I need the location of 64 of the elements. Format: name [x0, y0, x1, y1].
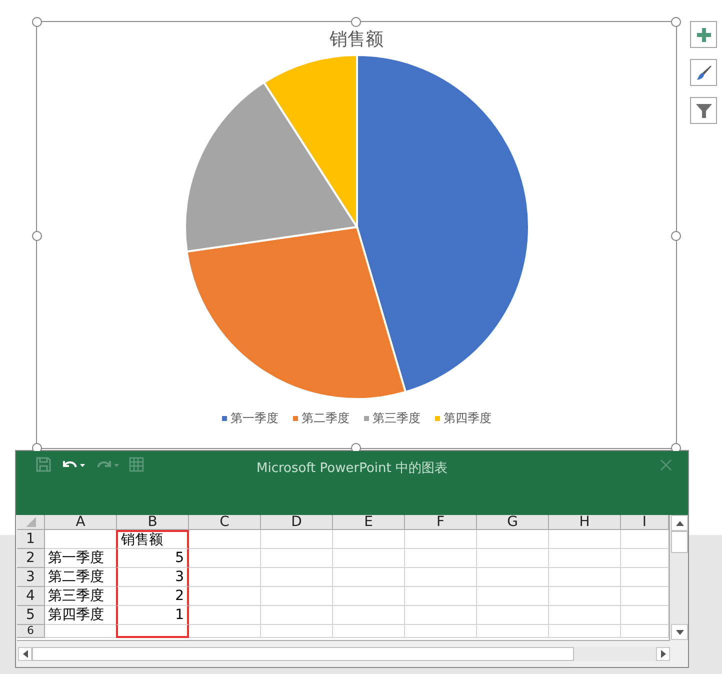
- table-cell[interactable]: 第三季度: [45, 587, 117, 606]
- column-header[interactable]: A: [45, 515, 117, 530]
- resize-handle[interactable]: [351, 17, 361, 27]
- chart-filters-button[interactable]: [690, 97, 717, 124]
- row-header[interactable]: 3: [17, 568, 45, 587]
- resize-handle[interactable]: [671, 231, 681, 241]
- scroll-left-icon: [22, 650, 28, 658]
- table-cell[interactable]: 5: [116, 549, 189, 568]
- column-header[interactable]: D: [261, 515, 333, 530]
- plus-icon: [696, 28, 710, 42]
- column-header[interactable]: B: [117, 515, 189, 530]
- chart-elements-button[interactable]: [690, 21, 717, 48]
- resize-handle[interactable]: [671, 17, 681, 27]
- scroll-right-icon: [660, 650, 666, 658]
- paintbrush-icon: [696, 64, 712, 80]
- column-header[interactable]: H: [549, 515, 621, 530]
- legend-swatch: [434, 416, 440, 421]
- scroll-left-button[interactable]: [18, 647, 32, 661]
- table-icon: [129, 457, 145, 472]
- table-cell[interactable]: 第二季度: [45, 568, 117, 587]
- scrollbar-thumb[interactable]: [671, 531, 688, 553]
- scroll-down-icon: [676, 630, 684, 634]
- table-cell[interactable]: 第一季度: [45, 549, 117, 568]
- legend-label: 第四季度: [444, 410, 492, 427]
- legend-swatch: [364, 416, 368, 421]
- table-cell[interactable]: 1: [116, 606, 189, 625]
- row-header[interactable]: 6: [17, 625, 45, 638]
- empty-cell[interactable]: [116, 625, 189, 638]
- close-button[interactable]: [660, 459, 672, 471]
- legend-swatch: [292, 416, 298, 421]
- column-header[interactable]: E: [333, 515, 405, 530]
- horizontal-scrollbar[interactable]: [18, 647, 670, 661]
- corner-triangle-icon: [26, 517, 36, 527]
- legend-label: 第三季度: [372, 410, 420, 427]
- scroll-right-button[interactable]: [656, 647, 670, 661]
- chart-styles-button[interactable]: [690, 59, 717, 86]
- row-header[interactable]: 4: [17, 587, 45, 606]
- table-cell[interactable]: 2: [116, 587, 189, 606]
- table-cell[interactable]: 销售额: [116, 530, 189, 549]
- scrollbar-thumb[interactable]: [32, 647, 574, 661]
- column-header[interactable]: F: [405, 515, 477, 530]
- resize-handle[interactable]: [32, 17, 42, 27]
- chart-title: 销售额: [330, 28, 384, 52]
- vertical-scrollbar[interactable]: [671, 515, 688, 640]
- close-icon: [660, 459, 672, 471]
- column-header[interactable]: G: [477, 515, 549, 530]
- scroll-down-button[interactable]: [671, 624, 688, 640]
- window-title: Microsoft PowerPoint 中的图表: [256, 460, 448, 477]
- column-header[interactable]: I: [621, 515, 669, 530]
- scroll-up-button[interactable]: [671, 515, 688, 531]
- row-header[interactable]: 5: [17, 606, 45, 625]
- save-icon: [36, 457, 51, 472]
- resize-handle[interactable]: [32, 231, 42, 241]
- row-header[interactable]: 2: [17, 549, 45, 568]
- legend-label: 第二季度: [302, 410, 350, 427]
- row-header[interactable]: 1: [17, 530, 45, 549]
- filter-icon: [696, 102, 712, 118]
- legend-label: 第一季度: [230, 410, 278, 427]
- select-all-corner[interactable]: [17, 515, 45, 530]
- legend-swatch: [222, 416, 226, 421]
- scroll-up-icon: [676, 520, 684, 526]
- column-header[interactable]: C: [189, 515, 261, 530]
- table-cell[interactable]: 第四季度: [45, 606, 117, 625]
- table-cell[interactable]: 3: [116, 568, 189, 587]
